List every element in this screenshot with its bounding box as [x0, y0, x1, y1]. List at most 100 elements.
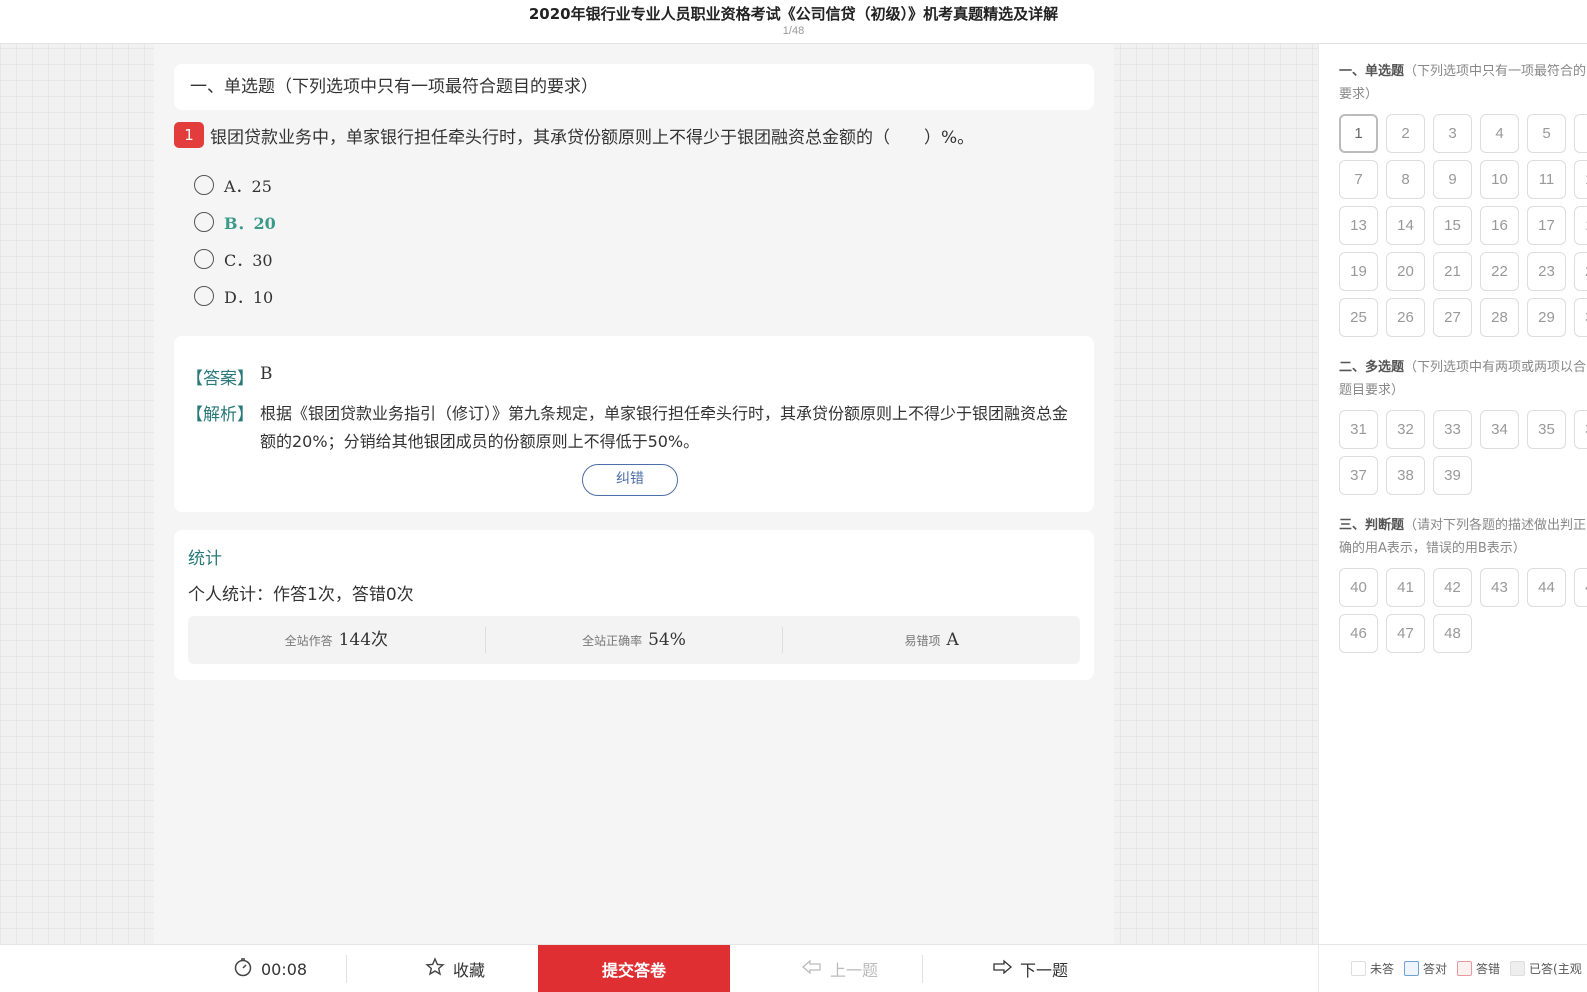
- legend-label: 已答(主观: [1529, 962, 1582, 976]
- option-c[interactable]: C．30: [194, 240, 276, 277]
- question-nav-2[interactable]: 2: [1386, 114, 1425, 153]
- question-nav-11[interactable]: 11: [1527, 160, 1566, 199]
- question-nav-43[interactable]: 43: [1480, 568, 1519, 607]
- question-nav-36[interactable]: 36: [1574, 410, 1587, 449]
- divider: [346, 955, 347, 983]
- question-number-badge: 1: [174, 122, 204, 148]
- stat-common-wrong: 易错项 A: [783, 627, 1080, 653]
- bottom-toolbar: 00:08 收藏 提交答卷 上一题 下一题: [0, 944, 1318, 992]
- star-icon: [425, 956, 445, 982]
- question-nav-7[interactable]: 7: [1339, 160, 1378, 199]
- prev-question-button[interactable]: 上一题: [770, 945, 910, 992]
- report-error-button[interactable]: 纠错: [582, 464, 678, 496]
- page-title: 2020年银行业专业人员职业资格考试《公司信贷（初级）》机考真题精选及详解: [528, 5, 1059, 23]
- next-question-button[interactable]: 下一题: [960, 945, 1100, 992]
- question-nav-24[interactable]: 24: [1574, 252, 1587, 291]
- question-nav-18[interactable]: 18: [1574, 206, 1587, 245]
- question-nav-27[interactable]: 27: [1433, 298, 1472, 337]
- question-nav-23[interactable]: 23: [1527, 252, 1566, 291]
- option-label: C．30: [224, 250, 273, 270]
- radio-circle-icon[interactable]: [194, 248, 214, 269]
- radio-circle-icon[interactable]: [194, 174, 214, 195]
- question-nav-9[interactable]: 9: [1433, 160, 1472, 199]
- option-a[interactable]: A．25: [194, 166, 276, 203]
- stat-label: 全站作答: [284, 634, 333, 648]
- arrow-left-icon: [801, 959, 822, 980]
- question-nav-13[interactable]: 13: [1339, 206, 1378, 245]
- legend-wrong: 答错: [1457, 960, 1500, 977]
- question-area: 一、单选题（下列选项中只有一项最符合题目的要求） 1 银团贷款业务中，单家银行担…: [154, 44, 1114, 944]
- question-nav-29[interactable]: 29: [1527, 298, 1566, 337]
- question-stem: 1 银团贷款业务中，单家银行担任牵头行时，其承贷份额原则上不得少于银团融资总金额…: [174, 120, 1094, 150]
- question-nav-40[interactable]: 40: [1339, 568, 1378, 607]
- question-nav-6[interactable]: 6: [1574, 114, 1587, 153]
- question-nav-3[interactable]: 3: [1433, 114, 1472, 153]
- question-nav-44[interactable]: 44: [1527, 568, 1566, 607]
- question-nav-48[interactable]: 48: [1433, 614, 1472, 653]
- question-nav-16[interactable]: 16: [1480, 206, 1519, 245]
- timer: 00:08: [200, 945, 340, 992]
- question-nav-38[interactable]: 38: [1386, 456, 1425, 495]
- question-nav-21[interactable]: 21: [1433, 252, 1472, 291]
- question-nav-30[interactable]: 30: [1574, 298, 1587, 337]
- group-title-bold: 二、多选题: [1339, 360, 1405, 375]
- question-nav-45[interactable]: 45: [1574, 568, 1587, 607]
- question-nav-8[interactable]: 8: [1386, 160, 1425, 199]
- question-nav-39[interactable]: 39: [1433, 456, 1472, 495]
- favorite-button[interactable]: 收藏: [390, 945, 520, 992]
- legend-label: 答对: [1423, 962, 1448, 976]
- question-nav-26[interactable]: 26: [1386, 298, 1425, 337]
- group-title-bold: 一、单选题: [1339, 64, 1405, 79]
- question-nav-15[interactable]: 15: [1433, 206, 1472, 245]
- answer-sheet-group-title: 二、多选题（下列选项中有两项或两项以合题目要求）: [1339, 356, 1587, 402]
- question-nav-25[interactable]: 25: [1339, 298, 1378, 337]
- answer-panel: 【答案】 B 【解析】 根据《银团贷款业务指引（修订）》第九条规定，单家银行担任…: [174, 336, 1094, 512]
- question-nav-28[interactable]: 28: [1480, 298, 1519, 337]
- stat-value: A: [946, 630, 959, 650]
- question-nav-35[interactable]: 35: [1527, 410, 1566, 449]
- answer-sheet-groups: 一、单选题（下列选项中只有一项最符合的要求）123456789101112131…: [1339, 60, 1587, 672]
- question-nav-20[interactable]: 20: [1386, 252, 1425, 291]
- question-number-grid: 313233343536 373839: [1339, 410, 1587, 502]
- option-label: B．20: [224, 213, 276, 233]
- question-nav-12[interactable]: 12: [1574, 160, 1587, 199]
- question-text: 银团贷款业务中，单家银行担任牵头行时，其承贷份额原则上不得少于银团融资总金额的（…: [210, 127, 975, 148]
- question-nav-22[interactable]: 22: [1480, 252, 1519, 291]
- stat-value: 144次: [338, 630, 389, 650]
- question-nav-31[interactable]: 31: [1339, 410, 1378, 449]
- question-number-grid: 1234567891011121314151617181920212223242…: [1339, 114, 1587, 344]
- question-nav-14[interactable]: 14: [1386, 206, 1425, 245]
- stopwatch-icon: [233, 957, 253, 982]
- question-nav-42[interactable]: 42: [1433, 568, 1472, 607]
- divider: [922, 955, 923, 983]
- legend-swatch: [1404, 961, 1420, 976]
- question-nav-5[interactable]: 5: [1527, 114, 1566, 153]
- group-title-bold: 三、判断题: [1339, 518, 1405, 533]
- status-legend: 未答 答对 答错 已答(主观: [1318, 944, 1587, 992]
- option-list: A．25 B．20 C．30 D．10: [194, 166, 276, 314]
- stat-label: 全站正确率: [582, 634, 643, 648]
- question-nav-37[interactable]: 37: [1339, 456, 1378, 495]
- question-nav-33[interactable]: 33: [1433, 410, 1472, 449]
- question-nav-4[interactable]: 4: [1480, 114, 1519, 153]
- question-nav-41[interactable]: 41: [1386, 568, 1425, 607]
- question-nav-46[interactable]: 46: [1339, 614, 1378, 653]
- top-bar: 2020年银行业专业人员职业资格考试《公司信贷（初级）》机考真题精选及详解 1/…: [0, 0, 1587, 44]
- question-nav-17[interactable]: 17: [1527, 206, 1566, 245]
- question-nav-1[interactable]: 1: [1339, 114, 1378, 153]
- radio-circle-icon[interactable]: [194, 211, 214, 232]
- question-nav-34[interactable]: 34: [1480, 410, 1519, 449]
- question-nav-19[interactable]: 19: [1339, 252, 1378, 291]
- submit-button[interactable]: 提交答卷: [538, 945, 730, 992]
- answer-sheet-group-title: 一、单选题（下列选项中只有一项最符合的要求）: [1339, 60, 1587, 106]
- option-d[interactable]: D．10: [194, 277, 276, 314]
- option-b[interactable]: B．20: [194, 203, 276, 240]
- question-nav-10[interactable]: 10: [1480, 160, 1519, 199]
- radio-circle-icon[interactable]: [194, 285, 214, 306]
- prev-label: 上一题: [829, 961, 878, 980]
- question-nav-32[interactable]: 32: [1386, 410, 1425, 449]
- legend-swatch: [1457, 961, 1473, 976]
- page-indicator: 1/48: [782, 25, 805, 37]
- stats-panel: 统计 个人统计：作答1次，答错0次 全站作答 144次 全站正确率 54% 易错…: [174, 530, 1094, 680]
- question-nav-47[interactable]: 47: [1386, 614, 1425, 653]
